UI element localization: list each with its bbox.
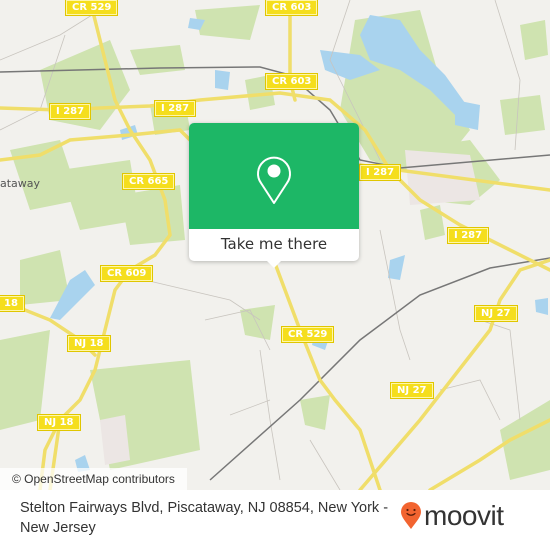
map-pin-icon: [257, 156, 291, 204]
popup-header: [189, 123, 359, 229]
route-shield: I 287: [155, 101, 196, 116]
place-label: ataway: [0, 177, 41, 190]
address-text: Stelton Fairways Blvd, Piscataway, NJ 08…: [20, 500, 389, 536]
route-shield: CR 603: [266, 74, 318, 89]
map-canvas[interactable]: CR 529 CR 603 CR 603 I 287 I 287 I 287 I…: [0, 0, 550, 490]
moovit-pin-icon: [401, 502, 421, 529]
route-shield: CR 609: [101, 266, 153, 281]
route-shield: I 287: [360, 165, 401, 180]
route-shield: NJ 27: [475, 306, 517, 321]
popup-pointer: [266, 260, 282, 268]
route-shield: NJ 27: [391, 383, 433, 398]
route-shield: CR 665: [123, 174, 175, 189]
take-me-there-button[interactable]: Take me there: [189, 229, 359, 261]
route-shield: I 287: [448, 228, 489, 243]
footer-bar: Stelton Fairways Blvd, Piscataway, NJ 08…: [0, 490, 550, 550]
route-shield: NJ 18: [68, 336, 110, 351]
route-shield: CR 529: [282, 327, 334, 342]
route-shield: CR 529: [66, 0, 118, 15]
route-shield: I 287: [50, 104, 91, 119]
moovit-wordmark: moovit: [424, 500, 504, 531]
route-shield: CR 603: [266, 0, 318, 15]
moovit-logo[interactable]: moovit: [400, 500, 504, 531]
destination-popup: Take me there: [189, 123, 359, 268]
route-shield: 18: [0, 296, 24, 311]
route-shield: NJ 18: [38, 415, 80, 430]
map-attribution[interactable]: © OpenStreetMap contributors: [0, 468, 187, 490]
